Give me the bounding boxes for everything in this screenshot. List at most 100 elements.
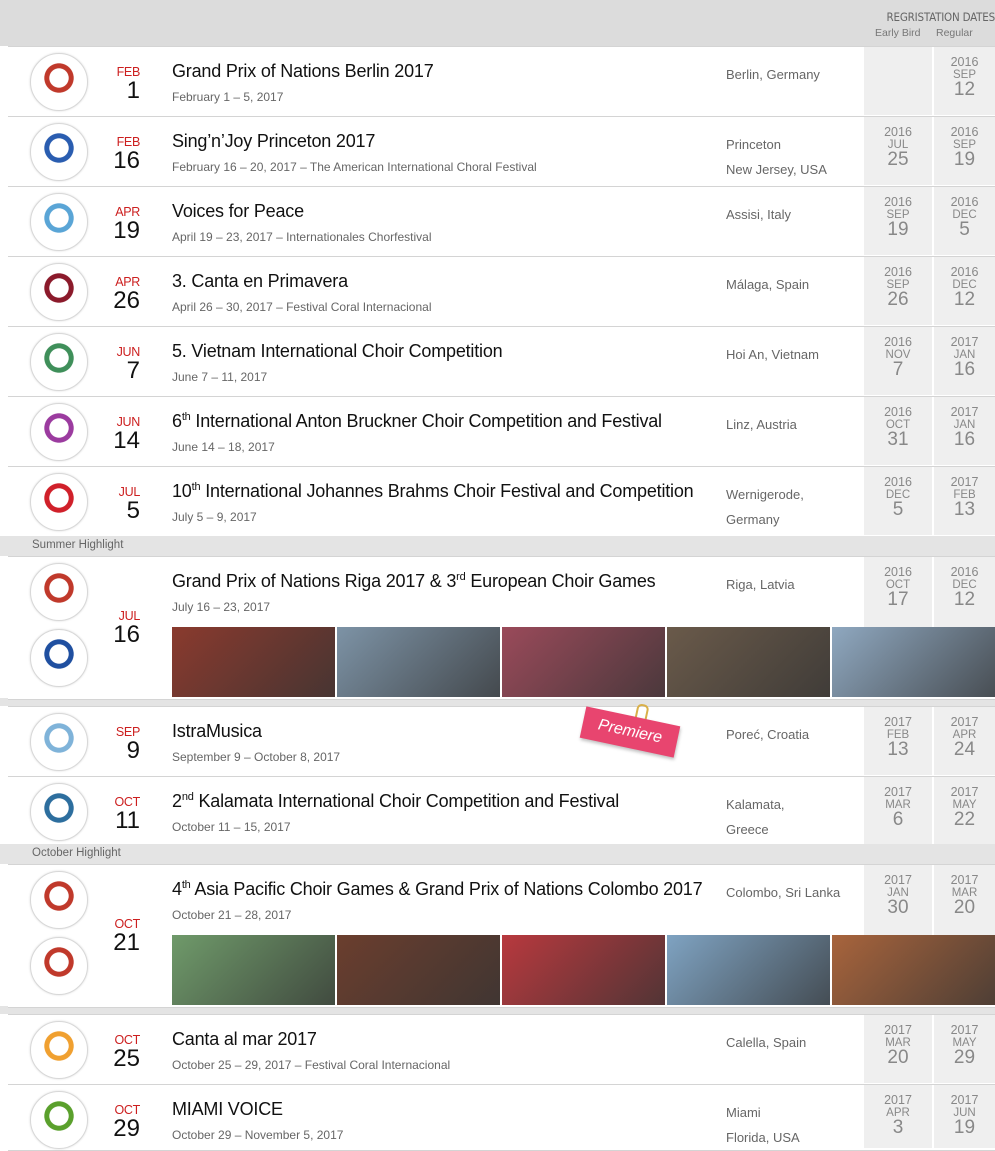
event-row[interactable]: FEB 16 Sing’n’Joy Princeton 2017 February 1… [8,116,995,188]
european-choir-games-logo [30,629,88,687]
regular-date: 2016 DEC 12 [934,565,995,609]
event-row[interactable]: JUN 14 6th International Anton Bruckner Ch… [8,396,995,468]
event-title-rest: European Choir Games [465,571,656,591]
event-title[interactable]: Grand Prix of Nations Berlin 2017 [172,61,434,82]
miami-voice-logo [30,1091,88,1149]
early-bird-date-cell: 2016 NOV 7 [864,327,932,395]
early-bird-date-cell [864,47,932,115]
voices-for-peace-dove-logo [30,193,88,251]
early-bird-day: 20 [887,1047,909,1068]
grand-prix-of-nations-logo-mark [39,946,79,986]
regular-day: 20 [953,897,976,918]
regular-year: 2017 [950,1023,979,1037]
event-title[interactable]: Canta al mar 2017 [172,1029,317,1050]
event-row[interactable]: OCT 29 MIAMI VOICE October 29 – November 5,… [8,1084,995,1151]
event-title-text: 5. Vietnam International Choir Competiti… [172,341,503,361]
event-row[interactable]: OCT 11 2nd Kalamata International Choir Co… [8,776,995,848]
event-title-rest: Kalamata International Choir Competition… [193,791,620,811]
early-bird-date: 2017 MAR 20 [864,1023,932,1067]
regular-day: 12 [953,589,976,610]
early-bird-day: 30 [887,897,909,918]
event-day: 14 [113,427,140,454]
event-subtitle: October 29 – November 5, 2017 [172,1128,344,1142]
event-photo [172,627,335,697]
event-title[interactable]: Grand Prix of Nations Riga 2017 & 3rd Eu… [172,571,656,592]
event-row[interactable]: JUL 5 10th International Johannes Brahms C… [8,466,995,538]
regular-date: 2016 SEP 19 [934,125,995,169]
early-bird-date: 2017 MAR 6 [864,785,932,829]
event-title-superscript: rd [456,571,466,583]
event-photo [337,627,500,697]
early-bird-year: 2016 [884,475,912,489]
early-bird-date: 2016 DEC 5 [864,475,932,519]
brahms-10-logo-mark [39,482,79,522]
event-title-text: 6 [172,411,182,431]
event-location: Linz, Austria [726,417,797,432]
early-bird-date-cell: 2017 MAR 20 [864,1015,932,1083]
regular-date: 2017 APR 24 [934,715,995,759]
anton-bruckner-logo [30,403,88,461]
event-row[interactable]: SEP 9 IstraMusica September 9 – October 8, … [8,706,995,778]
event-location: Berlin, Germany [726,67,820,82]
event-row[interactable]: JUL 16 Grand Prix of Nations Riga 2017 & 3… [8,556,995,700]
event-day: 9 [126,737,140,764]
event-subtitle: June 14 – 18, 2017 [172,440,275,454]
regular-date: 2017 JAN 16 [934,405,995,449]
event-title[interactable]: 5. Vietnam International Choir Competiti… [172,341,503,362]
event-row[interactable]: OCT 25 Canta al mar 2017 October 25 – 29, 2… [8,1014,995,1086]
regular-day: 19 [953,1117,976,1138]
early-bird-date-cell: 2016 OCT 31 [864,397,932,465]
event-row[interactable]: OCT 21 4th Asia Pacific Choir Games & Gran… [8,864,995,1008]
photo-strip [172,935,995,1005]
regular-year: 2016 [950,125,979,139]
event-day: 26 [113,287,140,314]
event-row[interactable]: FEB 1 Grand Prix of Nations Berlin 2017 Feb… [8,46,995,118]
event-location: Calella, Spain [726,1035,807,1050]
event-title[interactable]: Sing’n’Joy Princeton 2017 [172,131,375,152]
event-location: Wernigerode, [726,487,804,502]
early-bird-date-cell: 2016 SEP 19 [864,187,932,255]
event-title-superscript: th [181,879,191,891]
event-title-text: 2 [172,791,182,811]
early-bird-date: 2016 OCT 17 [864,565,932,609]
grand-prix-of-nations-logo [30,563,88,621]
event-location-line2: Florida, USA [726,1130,800,1145]
event-subtitle: October 21 – 28, 2017 [172,908,292,922]
event-title-text: MIAMI VOICE [172,1099,283,1119]
early-bird-day: 26 [887,289,909,310]
event-location-line2: Greece [726,822,769,837]
event-photo [502,935,665,1005]
event-title[interactable]: 10th International Johannes Brahms Choir… [172,481,694,502]
event-title[interactable]: Voices for Peace [172,201,304,222]
event-title[interactable]: MIAMI VOICE [172,1099,283,1120]
early-bird-year: 2016 [884,125,912,139]
event-subtitle: February 1 – 5, 2017 [172,90,284,104]
event-title[interactable]: IstraMusica [172,721,262,742]
event-title[interactable]: 2nd Kalamata International Choir Competi… [172,791,619,812]
early-bird-date: 2016 SEP 26 [864,265,932,309]
event-photo [502,627,665,697]
event-row[interactable]: APR 26 3. Canta en Primavera April 26 – 30,… [8,256,995,328]
regular-date-cell: 2017 MAY 29 [934,1015,995,1083]
regular-year: 2017 [950,1093,979,1107]
event-subtitle: July 5 – 9, 2017 [172,510,257,524]
highlight-label-text: Summer Highlight [32,539,124,551]
regular-date: 2017 MAY 22 [934,785,995,829]
early-bird-date: 2016 SEP 19 [864,195,932,239]
early-bird-date: 2017 FEB 13 [864,715,932,759]
event-row[interactable]: JUN 7 5. Vietnam International Choir Compe… [8,326,995,398]
event-location: Miami [726,1105,761,1120]
regular-date: 2017 JUN 19 [934,1093,995,1137]
event-day: 7 [126,357,140,384]
event-day: 21 [113,929,140,956]
event-row[interactable]: APR 19 Voices for Peace April 19 – 23, 2017… [8,186,995,258]
early-bird-date: 2016 JUL 25 [864,125,932,169]
event-title[interactable]: 6th International Anton Bruckner Choir C… [172,411,662,432]
event-title[interactable]: 3. Canta en Primavera [172,271,348,292]
early-bird-day: 31 [887,429,909,450]
early-bird-year: 2017 [884,785,912,799]
event-title[interactable]: 4th Asia Pacific Choir Games & Grand Pri… [172,879,703,900]
event-subtitle: April 19 – 23, 2017 – Internationales Ch… [172,230,432,244]
early-bird-year: 2017 [884,1023,912,1037]
early-bird-year: 2016 [884,565,912,579]
